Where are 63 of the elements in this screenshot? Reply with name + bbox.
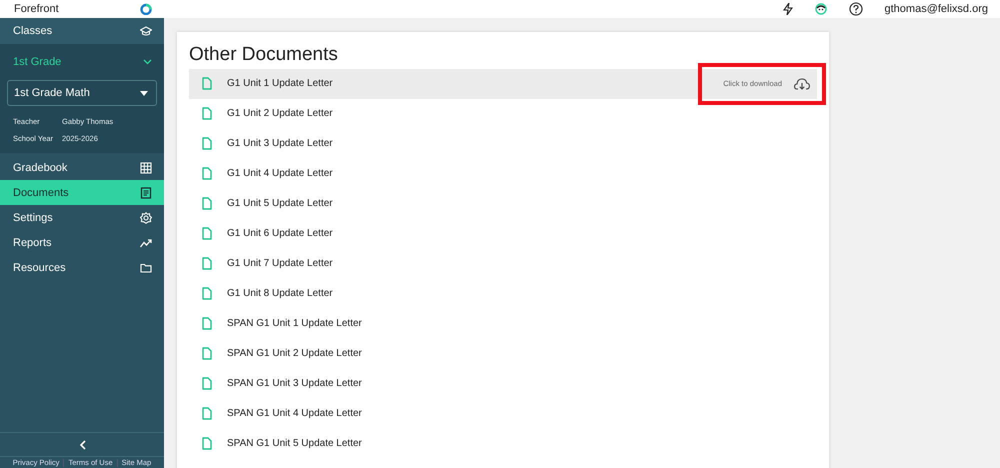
document-name: G1 Unit 4 Update Letter (227, 167, 333, 182)
grade-toggle[interactable]: 1st Grade (0, 44, 164, 80)
classes-heading: Classes (13, 24, 52, 39)
cloud-download-icon[interactable] (794, 78, 810, 90)
app-name: Forefront (14, 2, 59, 17)
help-icon[interactable] (848, 2, 862, 16)
class-select[interactable]: 1st Grade Math (7, 80, 157, 106)
face-icon[interactable] (814, 3, 826, 15)
document-name: SPAN G1 Unit 5 Update Letter (227, 437, 362, 452)
document-row[interactable]: G1 Unit 5 Update Letter (189, 188, 817, 219)
sidebar-item[interactable]: Gradebook (0, 155, 164, 180)
trend-chart-icon (140, 236, 152, 249)
document-row[interactable]: SPAN G1 Unit 2 Update Letter (189, 338, 817, 369)
document-row[interactable]: SPAN G1 Unit 3 Update Letter (189, 368, 817, 399)
document-row[interactable]: SPAN G1 Unit 1 Update Letter (189, 308, 817, 339)
file-icon (202, 347, 212, 360)
section-title: Other Documents (189, 44, 339, 67)
document-row[interactable]: SPAN G1 Unit 5 Update Letter (189, 428, 817, 459)
file-icon (202, 317, 212, 330)
document-name: SPAN G1 Unit 4 Update Letter (227, 407, 362, 422)
document-name: SPAN G1 Unit 3 Update Letter (227, 377, 362, 392)
lightning-icon[interactable] (782, 3, 792, 15)
file-icon (202, 257, 212, 270)
document-name: G1 Unit 2 Update Letter (227, 107, 333, 122)
document-name: SPAN G1 Unit 1 Update Letter (227, 317, 362, 332)
logo-icon (140, 3, 152, 15)
file-icon (202, 107, 212, 120)
document-icon (140, 186, 152, 199)
chevron-icon[interactable] (143, 59, 152, 65)
document-row[interactable]: G1 Unit 3 Update Letter (189, 128, 817, 159)
folder-icon (140, 262, 152, 274)
sidebar-item[interactable]: Documents (0, 180, 164, 206)
file-icon (202, 227, 212, 240)
file-icon (202, 167, 212, 180)
document-row[interactable]: G1 Unit 7 Update Letter (189, 248, 817, 279)
caret-icon (140, 90, 148, 96)
sidebar-item[interactable]: Reports (0, 230, 164, 256)
document-row[interactable]: G1 Unit 2 Update Letter (189, 98, 817, 129)
sidebar-item[interactable]: Settings (0, 205, 164, 230)
document-name: G1 Unit 1 Update Letter (227, 77, 333, 92)
document-row[interactable]: G1 Unit 4 Update Letter (189, 158, 817, 189)
graduation-cap-icon (140, 26, 152, 36)
document-row[interactable]: SPAN G1 Unit 4 Update Letter (189, 398, 817, 429)
settings-icon (140, 212, 152, 224)
document-name: G1 Unit 5 Update Letter (227, 197, 333, 212)
collapse-icon[interactable] (78, 440, 86, 450)
document-name: G1 Unit 6 Update Letter (227, 227, 333, 242)
document-name: G1 Unit 7 Update Letter (227, 257, 333, 272)
document-name: G1 Unit 3 Update Letter (227, 137, 333, 152)
file-icon (202, 287, 212, 300)
sidebar-item[interactable]: Resources (0, 255, 164, 280)
document-row[interactable]: G1 Unit 6 Update Letter (189, 218, 817, 249)
file-icon (202, 377, 212, 390)
user-email[interactable]: gthomas@felixsd.org (884, 0, 988, 18)
file-icon (202, 437, 212, 450)
document-row[interactable]: G1 Unit 8 Update Letter (189, 278, 817, 309)
file-icon (202, 77, 212, 90)
file-icon (202, 407, 212, 420)
file-icon (202, 137, 212, 150)
file-icon (202, 197, 212, 210)
document-name: G1 Unit 8 Update Letter (227, 287, 333, 302)
document-name: SPAN G1 Unit 2 Update Letter (227, 347, 362, 362)
grid-icon (140, 162, 152, 174)
